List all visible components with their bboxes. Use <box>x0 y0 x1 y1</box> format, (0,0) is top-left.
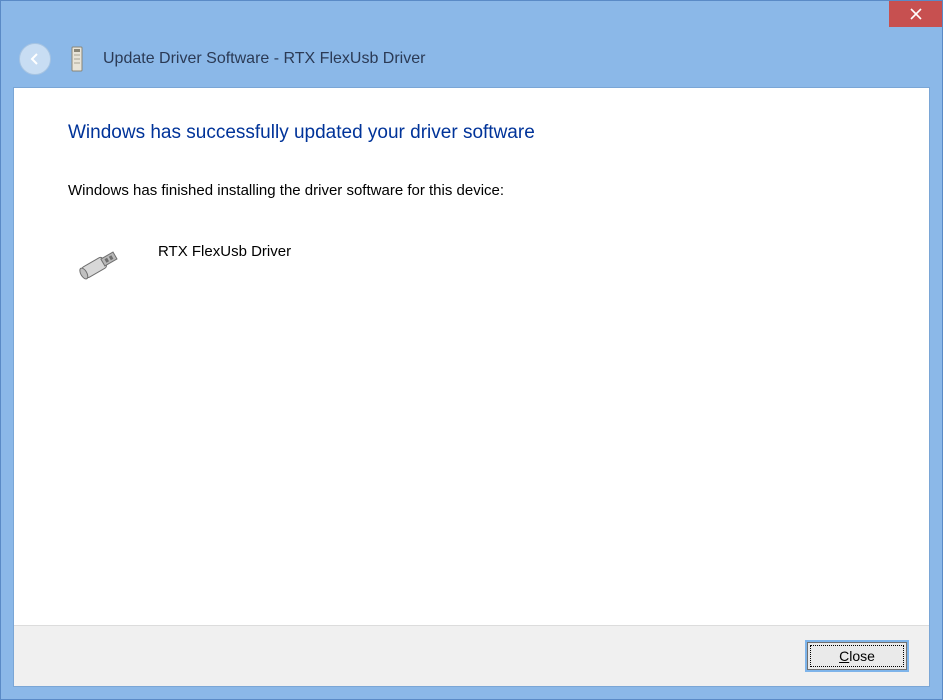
dialog-footer: Close <box>14 625 929 686</box>
success-headline: Windows has successfully updated your dr… <box>68 122 875 144</box>
close-button-accel: C <box>839 648 849 664</box>
close-button-rest: lose <box>849 648 875 664</box>
wizard-title: Update Driver Software - RTX FlexUsb Dri… <box>103 50 425 68</box>
content-panel: Windows has successfully updated your dr… <box>13 87 930 687</box>
window-close-button[interactable] <box>889 1 942 27</box>
device-manager-icon <box>67 46 87 72</box>
close-icon <box>910 8 922 20</box>
content-inner: Windows has successfully updated your dr… <box>14 88 929 625</box>
close-button[interactable]: Close <box>807 642 907 670</box>
titlebar <box>1 1 942 31</box>
device-row: RTX FlexUsb Driver <box>72 243 875 283</box>
back-button[interactable] <box>19 43 51 75</box>
success-description: Windows has finished installing the driv… <box>68 182 875 199</box>
wizard-header: Update Driver Software - RTX FlexUsb Dri… <box>1 31 942 87</box>
dialog-window: Update Driver Software - RTX FlexUsb Dri… <box>0 0 943 700</box>
device-name: RTX FlexUsb Driver <box>158 243 291 260</box>
back-arrow-icon <box>27 51 43 67</box>
usb-device-icon <box>72 243 132 283</box>
